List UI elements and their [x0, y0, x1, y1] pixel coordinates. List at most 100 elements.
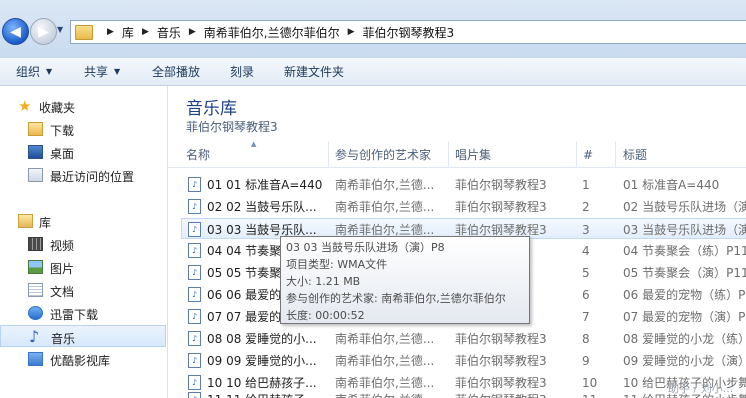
forward-arrow-icon: ▶ [38, 23, 49, 40]
row-number: 9 [582, 353, 590, 368]
sidebar-item-libraries[interactable]: 库 [0, 210, 166, 232]
burn-button[interactable]: 刻录 [230, 58, 254, 85]
chevron-down-icon: ▼ [114, 67, 121, 76]
sidebar-item-label: 最近访问的位置 [50, 170, 135, 184]
sidebar-item-label: 文档 [50, 285, 75, 299]
breadcrumb[interactable]: ▶ 库 ▶ 音乐 ▶ 南希菲伯尔,兰德尔菲伯尔 ▶ 菲伯尔钢琴教程3 [70, 20, 746, 44]
sidebar-item-label: 库 [39, 216, 52, 230]
downloads-folder-icon [28, 122, 43, 136]
tooltip-length: 长度: 00:00:52 [286, 309, 365, 322]
wma-file-icon: ♪ [188, 392, 201, 398]
row-name: 02 02 当鼓号乐队... [207, 200, 317, 214]
sidebar-item-label: 视频 [50, 239, 75, 253]
sidebar-item-xunlei-downloads[interactable]: 迅雷下载 [0, 302, 166, 324]
play-all-button[interactable]: 全部播放 [152, 58, 200, 85]
column-header-title[interactable]: 标题 [623, 142, 647, 167]
row-number: 7 [582, 309, 590, 324]
new-folder-button[interactable]: 新建文件夹 [284, 58, 344, 85]
row-name: 08 08 爱睡觉的小... [207, 332, 317, 346]
tooltip-artist: 参与创作的艺术家: 南希菲伯尔,兰德尔菲伯尔 [286, 292, 506, 305]
sidebar-item-music[interactable]: ♪ 音乐 [0, 325, 166, 347]
row-title: 06 最爱的宠物（练）P12 [623, 288, 746, 302]
table-row[interactable]: ♪ 09 09 爱睡觉的小... 南希菲伯尔,兰德... 菲伯尔钢琴教程3 9 … [182, 350, 746, 371]
folder-icon [75, 25, 93, 40]
sidebar-item-label: 音乐 [51, 332, 76, 346]
back-button[interactable]: ◀ [2, 18, 29, 45]
music-note-icon: ♪ [29, 327, 40, 346]
wma-file-icon: ♪ [188, 353, 201, 368]
sidebar-item-label: 收藏夹 [39, 101, 76, 115]
row-album: 菲伯尔钢琴教程3 [455, 178, 547, 192]
row-title: 05 节奏聚会（演）P11 [623, 266, 746, 280]
row-number: 2 [582, 199, 590, 214]
breadcrumb-chevron-icon[interactable]: ▶ [107, 27, 114, 37]
column-header-name[interactable]: 名称 [186, 142, 210, 167]
row-album: 菲伯尔钢琴教程3 [455, 332, 547, 346]
sidebar-item-pictures[interactable]: 图片 [0, 256, 166, 278]
sidebar-item-label: 优酷影视库 [50, 354, 111, 368]
desktop-icon [28, 145, 43, 159]
row-artist: 南希菲伯尔,兰德... [335, 332, 435, 346]
row-number: 8 [582, 331, 590, 346]
recent-places-icon [28, 168, 43, 182]
breadcrumb-chevron-icon[interactable]: ▶ [189, 27, 196, 37]
share-button[interactable]: 共享 ▼ [84, 58, 120, 85]
xunlei-icon [28, 306, 43, 320]
picture-icon [28, 260, 43, 274]
forward-button[interactable]: ▶ [30, 18, 57, 45]
wma-file-icon: ♪ [188, 243, 201, 258]
row-name: 09 09 爱睡觉的小... [207, 354, 317, 368]
video-icon [28, 237, 43, 251]
column-divider[interactable] [576, 142, 577, 167]
row-number: 1 [582, 177, 590, 192]
star-icon: ★ [18, 97, 32, 115]
row-artist: 南希菲伯尔,兰德... [335, 200, 435, 214]
sidebar-item-youku[interactable]: 优酷影视库 [0, 348, 166, 370]
tooltip-file-name: 03 03 当鼓号乐队进场（演）P8 [286, 241, 445, 254]
column-divider[interactable] [328, 142, 329, 167]
breadcrumb-item-music[interactable]: 音乐 [157, 24, 181, 41]
file-info-tooltip: 03 03 当鼓号乐队进场（演）P8 项目类型: WMA文件 大小: 1.21 … [280, 236, 530, 324]
row-name: 01 01 标准音A=440 [207, 178, 323, 192]
sidebar-item-videos[interactable]: 视频 [0, 233, 166, 255]
column-header-album[interactable]: 唱片集 [455, 142, 491, 167]
row-artist: 南希菲伯尔,兰德... [335, 354, 435, 368]
row-album: 菲伯尔钢琴教程3 [455, 354, 547, 368]
breadcrumb-item-artist[interactable]: 南希菲伯尔,兰德尔菲伯尔 [204, 24, 340, 41]
wma-file-icon: ♪ [188, 222, 201, 237]
breadcrumb-chevron-icon[interactable]: ▶ [348, 27, 355, 37]
sidebar-item-desktop[interactable]: 桌面 [0, 141, 166, 163]
sidebar-item-label: 迅雷下载 [50, 308, 99, 322]
table-row[interactable]: ♪ 08 08 爱睡觉的小... 南希菲伯尔,兰德... 菲伯尔钢琴教程3 8 … [182, 328, 746, 349]
breadcrumb-item-album[interactable]: 菲伯尔钢琴教程3 [363, 24, 455, 41]
column-divider[interactable] [615, 142, 616, 167]
table-row[interactable]: ♪ 11 11 给巴赫孩子... 南希菲伯尔,兰德... 菲伯尔钢琴教程3 11… [182, 389, 746, 398]
recent-pages-dropdown-icon[interactable]: ▼ [57, 25, 63, 34]
command-bar: 组织 ▼ 共享 ▼ 全部播放 刻录 新建文件夹 [0, 58, 746, 86]
breadcrumb-items: ▶ 库 ▶ 音乐 ▶ 南希菲伯尔,兰德尔菲伯尔 ▶ 菲伯尔钢琴教程3 [99, 21, 454, 43]
wma-file-icon: ♪ [188, 331, 201, 346]
sidebar-item-favorites[interactable]: ★ 收藏夹 [0, 95, 166, 117]
table-row[interactable]: ♪ 02 02 当鼓号乐队... 南希菲伯尔,兰德... 菲伯尔钢琴教程3 2 … [182, 196, 746, 217]
breadcrumb-item-library[interactable]: 库 [122, 24, 134, 41]
breadcrumb-chevron-icon[interactable]: ▶ [142, 27, 149, 37]
sidebar-item-label: 图片 [50, 262, 75, 276]
organize-button[interactable]: 组织 ▼ [16, 58, 52, 85]
sidebar-item-label: 桌面 [50, 147, 75, 161]
sidebar-item-downloads[interactable]: 下载 [0, 118, 166, 140]
column-divider[interactable] [448, 142, 449, 167]
row-title: 08 爱睡觉的小龙（练）P13 [623, 332, 746, 346]
table-row[interactable]: ♪ 01 01 标准音A=440 南希菲伯尔,兰德... 菲伯尔钢琴教程3 1 … [182, 174, 746, 195]
row-title: 09 爱睡觉的小龙（演）P13 [623, 354, 746, 368]
column-header-number[interactable]: # [583, 142, 593, 167]
chevron-down-icon: ▼ [46, 67, 53, 76]
sidebar-item-recent-places[interactable]: 最近访问的位置 [0, 164, 166, 186]
sidebar-item-documents[interactable]: 文档 [0, 279, 166, 301]
row-artist: 南希菲伯尔,兰德... [335, 389, 447, 398]
row-album: 菲伯尔钢琴教程3 [455, 200, 547, 214]
share-label: 共享 [84, 65, 109, 79]
column-header-row: 名称 参与创作的艺术家 唱片集 # 标题 [168, 142, 746, 168]
column-header-artist[interactable]: 参与创作的艺术家 [335, 142, 431, 167]
document-icon [28, 283, 43, 297]
row-album: 菲伯尔钢琴教程3 [455, 389, 575, 398]
